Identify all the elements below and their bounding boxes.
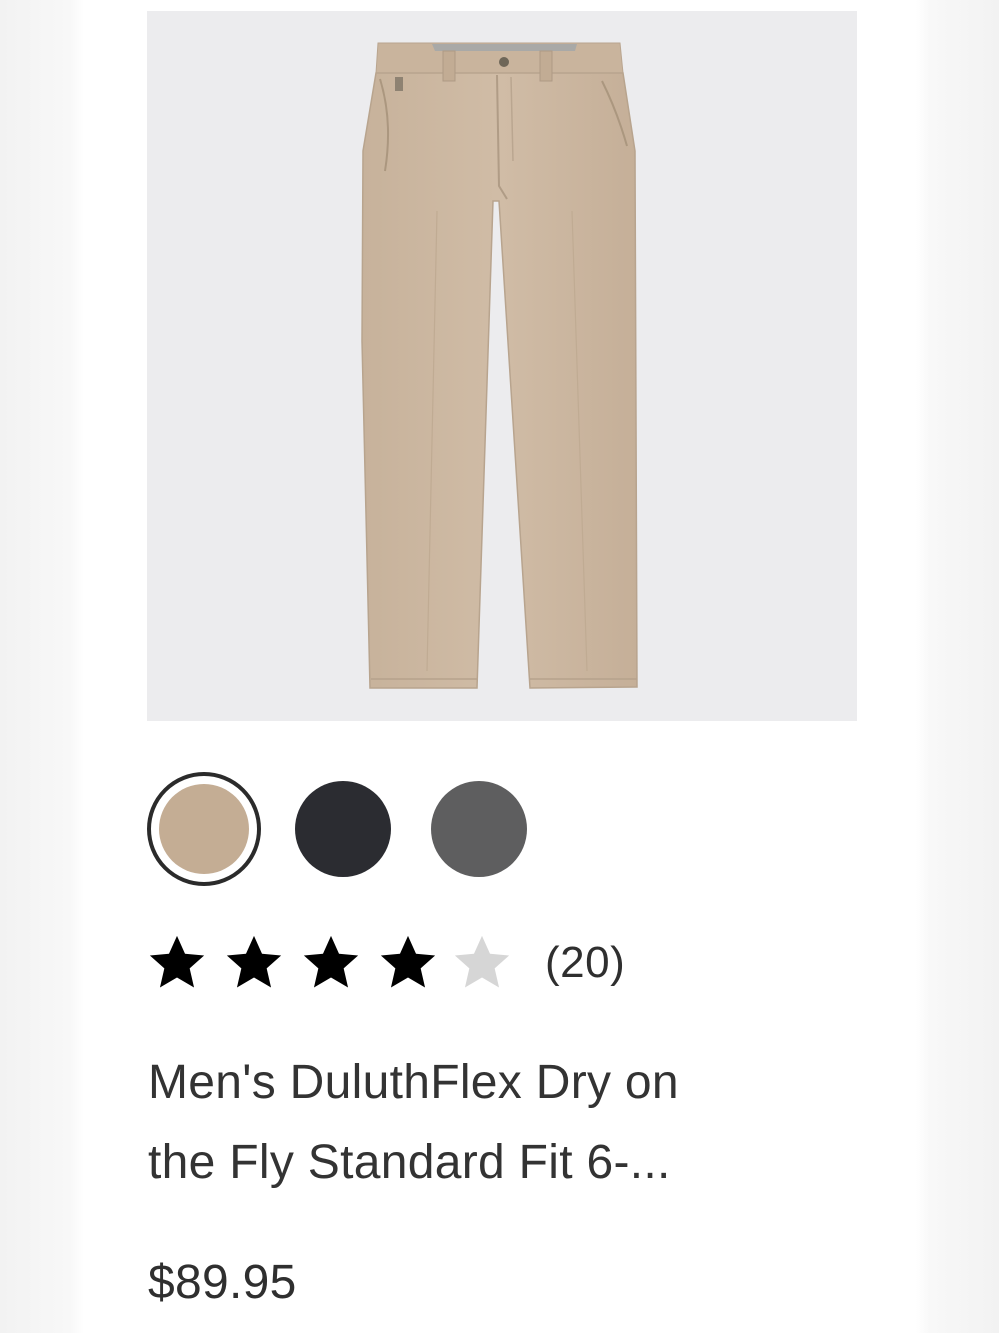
star-icon-filled [149,935,205,988]
product-title-line-1: Men's DuluthFlex Dry on [148,1056,679,1109]
star-rating[interactable]: (20) [145,928,705,998]
product-title-line-2: the Fly Standard Fit 6-... [148,1136,671,1189]
star-icon-filled [226,935,282,988]
color-swatches [147,770,567,890]
star-icon-filled [380,935,436,988]
review-count[interactable]: (20) [545,936,625,990]
star-icon-filled [303,935,359,988]
swatch-gray[interactable] [431,781,527,877]
star-icon-empty [454,935,510,988]
swatch-black[interactable] [295,781,391,877]
product-page: (20) Men's DuluthFlex Dry on the Fly Sta… [0,0,999,1333]
pants-illustration [361,42,638,689]
product-price: $89.95 [148,1256,297,1309]
product-image[interactable] [147,11,857,721]
swatch-khaki[interactable] [147,772,261,886]
swatch-khaki-fill [159,784,249,874]
product-title[interactable]: Men's DuluthFlex Dry on the Fly Standard… [148,1043,848,1203]
